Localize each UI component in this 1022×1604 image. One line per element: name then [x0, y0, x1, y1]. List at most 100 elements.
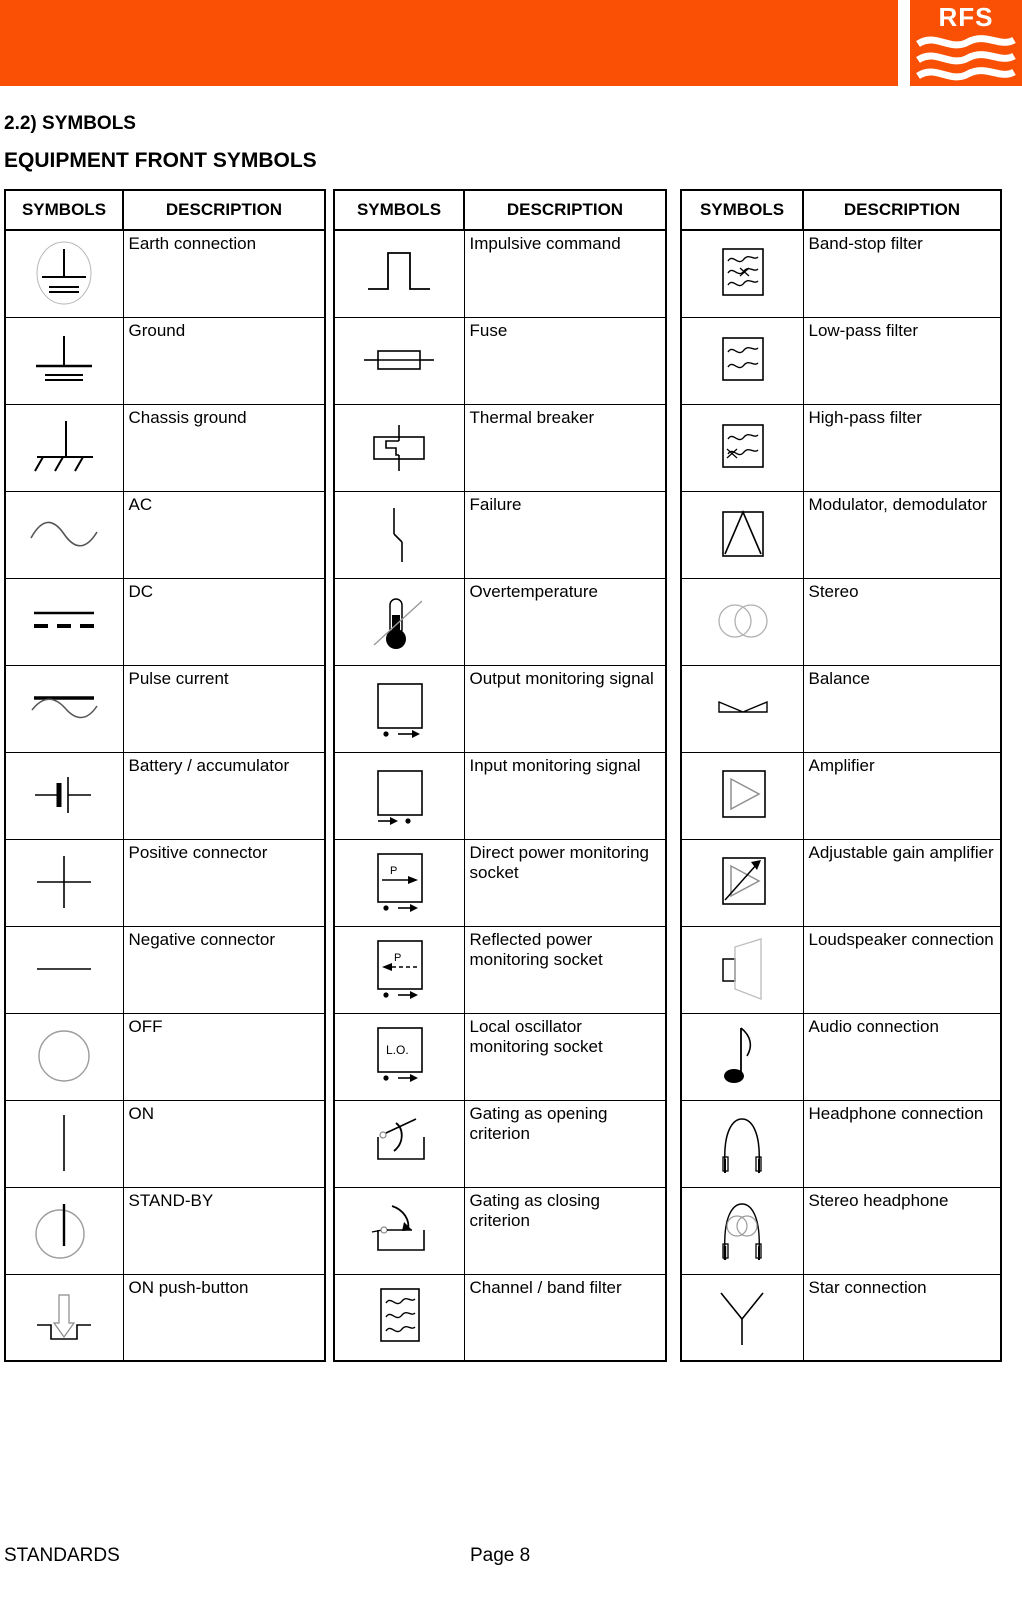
row-description: Positive connector: [122, 838, 326, 927]
table-row: High-pass filter: [680, 403, 1002, 492]
table-row: Negative connector: [4, 925, 326, 1014]
svg-text:L.O.: L.O.: [386, 1043, 409, 1057]
row-description: AC: [122, 490, 326, 579]
table-row: Input monitoring signal: [333, 751, 667, 840]
row-description: OFF: [122, 1012, 326, 1101]
row-description: Headphone connection: [802, 1099, 1002, 1188]
off-icon: [4, 1012, 124, 1101]
table-row: Band-stop filter: [680, 229, 1002, 318]
star-connection-icon: [680, 1273, 804, 1362]
header-description: DESCRIPTION: [463, 189, 667, 231]
row-description: Adjustable gain amplifier: [802, 838, 1002, 927]
table-row: ON push-button: [4, 1273, 326, 1362]
high-pass-filter-icon: [680, 403, 804, 492]
direct-power-socket-icon: P: [333, 838, 465, 927]
table-row: Battery / accumulator: [4, 751, 326, 840]
table-row: Headphone connection: [680, 1099, 1002, 1188]
svg-text:P: P: [390, 865, 397, 877]
row-description: Stereo headphone: [802, 1186, 1002, 1275]
stand-by-icon: [4, 1186, 124, 1275]
negative-connector-icon: [4, 925, 124, 1014]
row-description: Audio connection: [802, 1012, 1002, 1101]
row-description: Gating as closing criterion: [463, 1186, 667, 1275]
row-description: Earth connection: [122, 229, 326, 318]
gating-closing-icon: [333, 1186, 465, 1275]
row-description: Balance: [802, 664, 1002, 753]
table-row: Gating as opening criterion: [333, 1099, 667, 1188]
header-symbols: SYMBOLS: [680, 189, 804, 231]
balance-icon: [680, 664, 804, 753]
table-row: Thermal breaker: [333, 403, 667, 492]
amplifier-icon: [680, 751, 804, 840]
table-row: P Direct power monitoring socket: [333, 838, 667, 927]
row-description: Band-stop filter: [802, 229, 1002, 318]
row-description: Input monitoring signal: [463, 751, 667, 840]
thermal-breaker-icon: [333, 403, 465, 492]
battery-icon: [4, 751, 124, 840]
stereo-icon: [680, 577, 804, 666]
table-row: Gating as closing criterion: [333, 1186, 667, 1275]
row-description: Ground: [122, 316, 326, 405]
row-description: Failure: [463, 490, 667, 579]
table-row: Loudspeaker connection: [680, 925, 1002, 1014]
table-row: AC: [4, 490, 326, 579]
row-description: Overtemperature: [463, 577, 667, 666]
on-icon: [4, 1099, 124, 1188]
rfs-waves-icon: [916, 35, 1016, 81]
ground-icon: [4, 316, 124, 405]
row-description: Battery / accumulator: [122, 751, 326, 840]
row-description: Fuse: [463, 316, 667, 405]
table-row: Ground: [4, 316, 326, 405]
header-description: DESCRIPTION: [802, 189, 1002, 231]
row-description: Reflected power monitoring socket: [463, 925, 667, 1014]
reflected-power-socket-icon: P: [333, 925, 465, 1014]
row-description: Low-pass filter: [802, 316, 1002, 405]
gating-opening-icon: [333, 1099, 465, 1188]
positive-connector-icon: [4, 838, 124, 927]
table-row: ON: [4, 1099, 326, 1188]
table-row: Failure: [333, 490, 667, 579]
table-row: Output monitoring signal: [333, 664, 667, 753]
symbols-table-3: SYMBOLS DESCRIPTION Band-stop filter Low…: [680, 189, 1002, 1362]
header-description: DESCRIPTION: [122, 189, 326, 231]
table-header-row: SYMBOLS DESCRIPTION: [4, 189, 326, 231]
row-description: STAND-BY: [122, 1186, 326, 1275]
local-oscillator-socket-icon: L.O.: [333, 1012, 465, 1101]
table-row: Adjustable gain amplifier: [680, 838, 1002, 927]
row-description: ON push-button: [122, 1273, 326, 1362]
row-description: Local oscillator monitoring socket: [463, 1012, 667, 1101]
table-row: Channel / band filter: [333, 1273, 667, 1362]
row-description: Output monitoring signal: [463, 664, 667, 753]
earth-connection-icon: [4, 229, 124, 318]
row-description: ON: [122, 1099, 326, 1188]
table-row: L.O. Local oscillator monitoring socket: [333, 1012, 667, 1101]
table-row: Positive connector: [4, 838, 326, 927]
header-orange-band: [0, 0, 898, 86]
modulator-icon: [680, 490, 804, 579]
table-row: P Reflected power monitoring socket: [333, 925, 667, 1014]
failure-icon: [333, 490, 465, 579]
table-row: DC: [4, 577, 326, 666]
header-symbols: SYMBOLS: [4, 189, 124, 231]
row-description: Channel / band filter: [463, 1273, 667, 1362]
footer-page-number: Page 8: [470, 1545, 531, 1566]
table-row: Low-pass filter: [680, 316, 1002, 405]
loudspeaker-icon: [680, 925, 804, 1014]
fuse-icon: [333, 316, 465, 405]
chassis-ground-icon: [4, 403, 124, 492]
row-description: Chassis ground: [122, 403, 326, 492]
table-row: Fuse: [333, 316, 667, 405]
header-symbols: SYMBOLS: [333, 189, 465, 231]
band-stop-filter-icon: [680, 229, 804, 318]
table-header-row: SYMBOLS DESCRIPTION: [680, 189, 1002, 231]
subsection-title: EQUIPMENT FRONT SYMBOLS: [4, 149, 317, 172]
table-row: Stereo: [680, 577, 1002, 666]
rfs-logo: RFS: [910, 0, 1022, 86]
table-row: Chassis ground: [4, 403, 326, 492]
audio-connection-icon: [680, 1012, 804, 1101]
output-monitoring-signal-icon: [333, 664, 465, 753]
table-row: STAND-BY: [4, 1186, 326, 1275]
row-description: High-pass filter: [802, 403, 1002, 492]
row-description: Modulator, demodulator: [802, 490, 1002, 579]
low-pass-filter-icon: [680, 316, 804, 405]
